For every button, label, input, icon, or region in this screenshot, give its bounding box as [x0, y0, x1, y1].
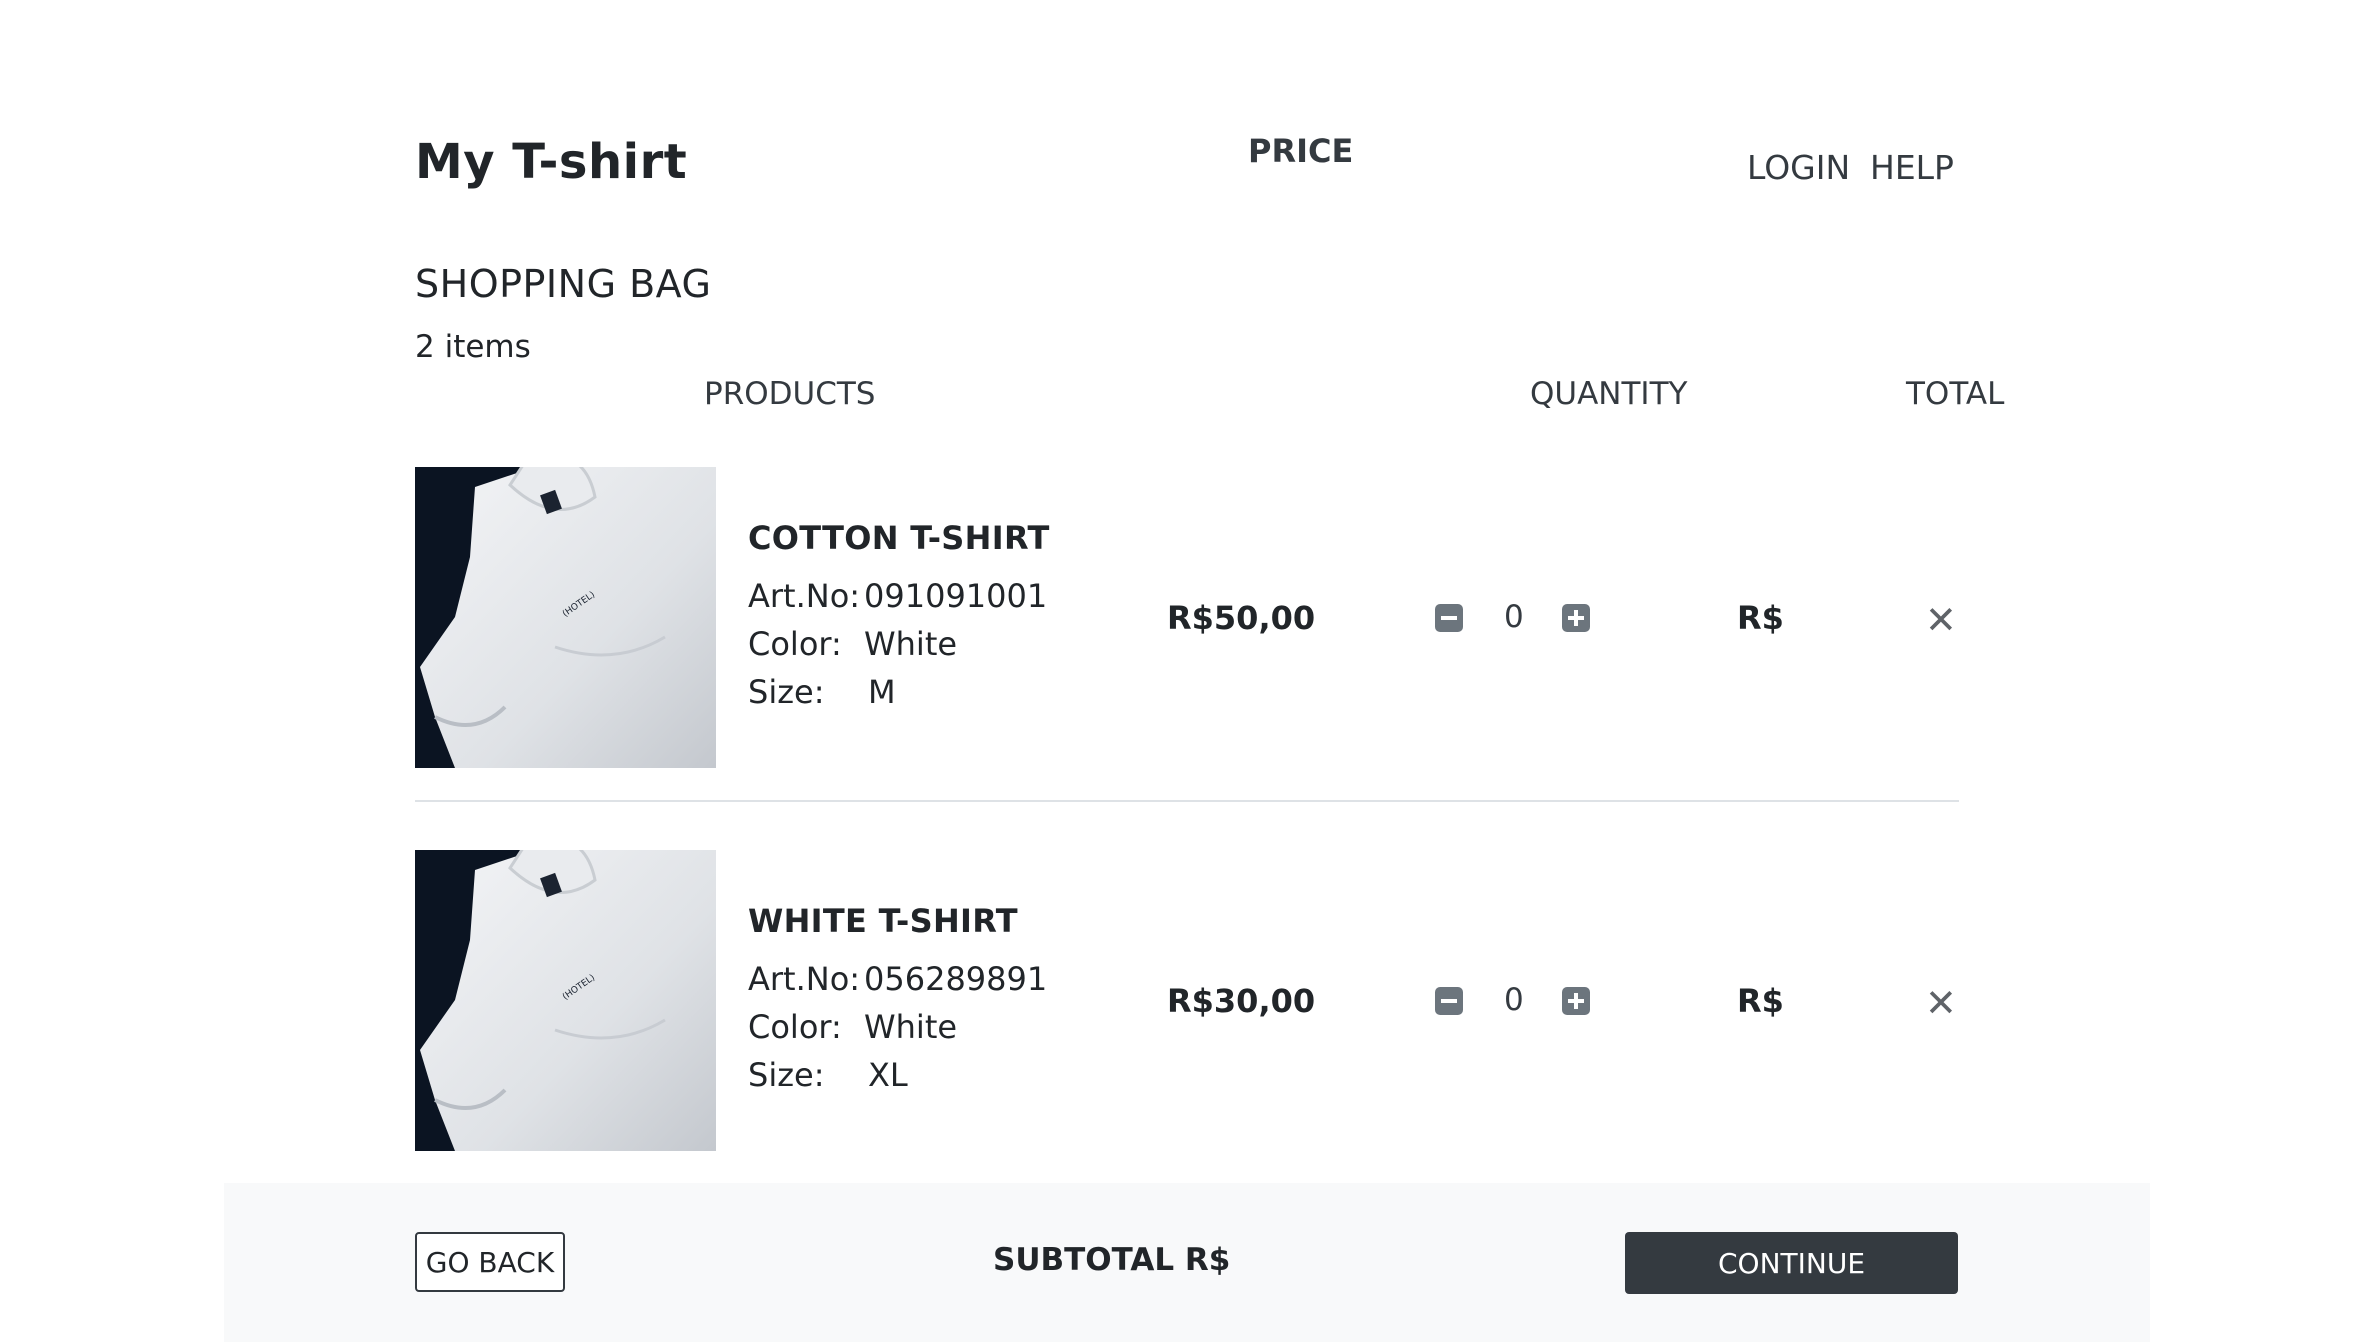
item-total: R$ [1737, 982, 1784, 1020]
page-title: SHOPPING BAG [415, 262, 712, 306]
brand-title[interactable]: My T-shirt [415, 134, 687, 190]
close-icon[interactable]: ✕ [1925, 984, 1957, 1022]
continue-button[interactable]: CONTINUE [1625, 1232, 1958, 1294]
product-color: Color: White [748, 625, 957, 663]
color-value: White [864, 1008, 958, 1046]
product-price: R$30,00 [1167, 982, 1316, 1020]
art-no-label: Art.No: [748, 577, 861, 615]
size-label: Size: [748, 1056, 825, 1094]
tshirt-image: (HOTEL) [415, 850, 716, 1151]
item-divider [415, 800, 1959, 802]
column-header-quantity: QUANTITY [1530, 376, 1688, 412]
close-icon[interactable]: ✕ [1925, 601, 1957, 639]
product-size: Size: M [748, 673, 896, 711]
go-back-button[interactable]: GO BACK [415, 1232, 565, 1292]
product-price: R$50,00 [1167, 599, 1316, 637]
checkout-footer: GO BACK SUBTOTAL R$ CONTINUE [224, 1183, 2150, 1342]
cart-item: (HOTEL) WHITE T-SHIRT Art.No: 056289891 C… [415, 850, 1959, 1151]
item-total: R$ [1737, 599, 1784, 637]
shopping-bag-page: My T-shirt LOGIN HELP SHOPPING BAG 2 ite… [0, 0, 2368, 1342]
subtotal-text: SUBTOTAL R$ [993, 1242, 1231, 1278]
art-no-label: Art.No: [748, 960, 861, 998]
quantity-value: 0 [1504, 599, 1524, 635]
product-color: Color: White [748, 1008, 957, 1046]
product-name: WHITE T-SHIRT [748, 902, 1018, 940]
color-label: Color: [748, 1008, 842, 1046]
plus-square-icon[interactable] [1562, 987, 1590, 1015]
size-label: Size: [748, 673, 825, 711]
item-count: 2 items [415, 329, 531, 365]
color-label: Color: [748, 625, 842, 663]
cart-item: (HOTEL) COTTON T-SHIRT Art.No: 091091001 … [415, 467, 1959, 768]
help-link[interactable]: HELP [1870, 148, 1954, 187]
size-value: XL [868, 1056, 908, 1094]
tshirt-image: (HOTEL) [415, 467, 716, 768]
product-art-no: Art.No: 056289891 [748, 960, 1047, 998]
column-header-products: PRODUCTS [704, 376, 876, 412]
art-no-value: 091091001 [864, 577, 1048, 615]
product-image[interactable]: (HOTEL) [415, 850, 716, 1151]
product-size: Size: XL [748, 1056, 908, 1094]
product-name: COTTON T-SHIRT [748, 519, 1050, 557]
size-value: M [868, 673, 896, 711]
login-link[interactable]: LOGIN [1747, 148, 1850, 187]
product-art-no: Art.No: 091091001 [748, 577, 1047, 615]
column-header-price: PRICE [1248, 132, 1354, 170]
art-no-value: 056289891 [864, 960, 1048, 998]
quantity-value: 0 [1504, 982, 1524, 1018]
column-header-total: TOTAL [1906, 376, 2005, 412]
minus-square-icon[interactable] [1435, 987, 1463, 1015]
product-image[interactable]: (HOTEL) [415, 467, 716, 768]
minus-square-icon[interactable] [1435, 604, 1463, 632]
color-value: White [864, 625, 958, 663]
plus-square-icon[interactable] [1562, 604, 1590, 632]
